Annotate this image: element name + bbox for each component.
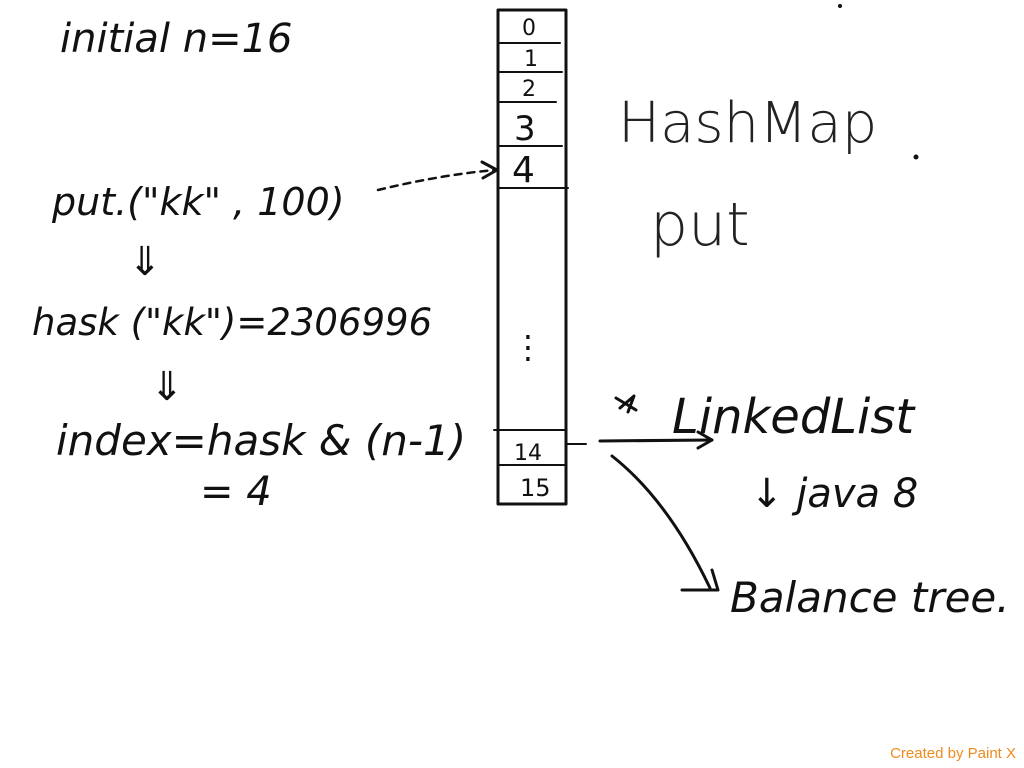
slot-index-2: 2 (522, 77, 536, 102)
implies-arrow-1: ⇓ (128, 239, 162, 285)
hash-call-note: hask ("kk")=2306996 (32, 301, 432, 344)
put-to-slot-arrow (376, 168, 497, 192)
slot-index-0: 0 (522, 16, 536, 41)
slot-index-4: 4 (512, 150, 535, 191)
stray-dot (838, 4, 842, 8)
slot-index-3: 3 (514, 109, 536, 149)
index-result-note: = 4 (200, 469, 272, 515)
slot-index-14: 14 (514, 441, 542, 466)
whiteboard-canvas: initial n=16 put.("kk" , 100) ⇓ hask ("k… (0, 0, 1024, 768)
slots-ellipsis: ⋮ (512, 328, 544, 366)
slot-index-1: 1 (524, 47, 538, 72)
slot-index-15: 15 (520, 474, 551, 502)
implies-arrow-2: ⇓ (150, 364, 184, 410)
hashmap-put-diagram: initial n=16 put.("kk" , 100) ⇓ hask ("k… (32, 4, 1010, 622)
initial-size-note: initial n=16 (60, 16, 292, 62)
balance-tree-arrowhead (680, 568, 720, 592)
put-title: put (650, 190, 750, 260)
put-call-note: put.("kk" , 100) (51, 180, 345, 224)
index-formula-note: index=hask & (n-1) (56, 416, 466, 465)
asterisk-mark (614, 394, 638, 414)
hashmap-title: HashMap (618, 91, 877, 156)
stray-dot (913, 154, 919, 160)
java8-note: ↓ java 8 (750, 471, 918, 517)
watermark: Created by Paint X (890, 745, 1016, 762)
balance-tree-arrow (610, 454, 712, 590)
balance-tree-label: Balance tree. (730, 573, 1010, 622)
linkedlist-label: LinkedList (672, 389, 916, 445)
